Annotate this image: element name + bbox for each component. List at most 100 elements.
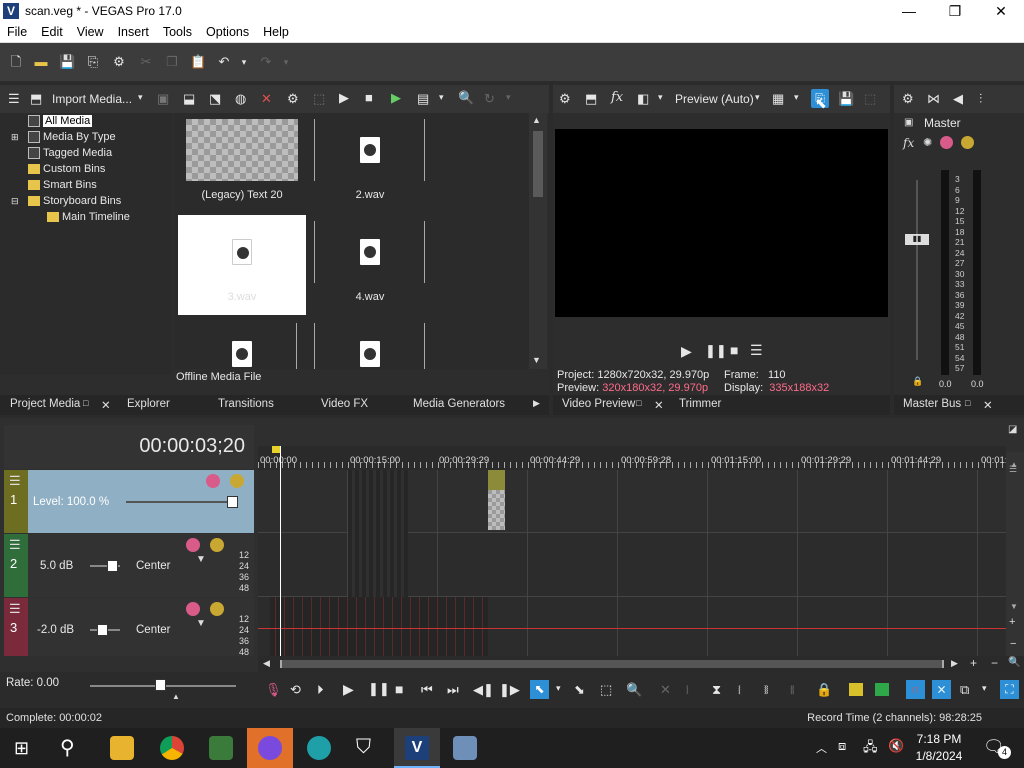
timeline-hscroll[interactable]: ◀ ▶ + − 🔍: [258, 656, 1024, 672]
overlays-dropdown-icon[interactable]: ▾: [794, 92, 799, 103]
tab-media-generators[interactable]: Media Generators: [413, 398, 505, 410]
media-thumb-3-wav-selected[interactable]: 3.wav: [178, 215, 306, 315]
timeline-vscroll[interactable]: ▲ ☰ ▼ + −: [1006, 452, 1024, 656]
tab-close-icon[interactable]: ✕: [983, 398, 993, 412]
volume-envelope-line[interactable]: [258, 628, 1006, 629]
tab-project-media[interactable]: Project Media: [10, 398, 80, 410]
dim-output-icon[interactable]: ◀: [953, 91, 963, 107]
video-app-icon[interactable]: [258, 736, 282, 760]
snapping-icon[interactable]: ∩: [906, 680, 925, 699]
lock-envelopes-icon[interactable]: ⛶: [1000, 680, 1019, 699]
open-folder-icon[interactable]: ▬: [33, 54, 49, 70]
pause-icon[interactable]: ❚❚: [368, 681, 390, 697]
master-automation-icon[interactable]: ✺: [923, 136, 932, 149]
audio-file-icon[interactable]: [360, 341, 380, 367]
get-media-icon[interactable]: ⬓: [183, 91, 195, 107]
split-dropdown-icon[interactable]: ▾: [658, 92, 663, 103]
track-header-2[interactable]: ☰ 2 5.0 dB Center ▼: [4, 534, 254, 597]
video-output-fx-icon[interactable]: fx: [611, 90, 623, 105]
ripple-dropdown-icon[interactable]: ▾: [982, 683, 987, 694]
track-solo-icon[interactable]: [210, 538, 224, 552]
play-preview-icon[interactable]: ▶: [339, 90, 349, 106]
master-fader-thumb[interactable]: ▮▮: [905, 234, 929, 245]
tray-app-icon[interactable]: ⧈: [838, 738, 846, 754]
split-screen-icon[interactable]: ◧: [637, 91, 649, 107]
track-mute-icon[interactable]: [186, 602, 200, 616]
collapse-icon[interactable]: ⊟: [11, 194, 19, 208]
media-thumb-4-wav[interactable]: 4.wav: [306, 221, 434, 321]
audio-event-track-3[interactable]: [270, 597, 488, 656]
clock-time[interactable]: 7:18 PM: [914, 732, 964, 746]
loop-playback-icon[interactable]: ⟲: [290, 682, 301, 698]
overlays-grid-icon[interactable]: ▦: [772, 91, 784, 107]
trim-icon[interactable]: ⧘: [686, 682, 689, 698]
redo-icon[interactable]: ↷: [258, 54, 274, 70]
track-header-3[interactable]: ☰ 3 -2.0 dB Center ▼: [4, 598, 254, 656]
maximize-button[interactable]: ❐: [932, 0, 978, 22]
tab-explorer[interactable]: Explorer: [127, 398, 170, 410]
level-slider-thumb[interactable]: [227, 496, 238, 508]
edit-tool-dropdown-icon[interactable]: ▾: [556, 683, 561, 694]
globe-icon[interactable]: ◍: [235, 91, 246, 107]
downmix-icon[interactable]: ⋈: [927, 91, 940, 107]
tab-trimmer[interactable]: Trimmer: [679, 398, 721, 410]
tree-item-media-by-type[interactable]: Media By Type: [28, 130, 116, 144]
search-icon[interactable]: 🔍: [458, 90, 474, 106]
preview-stop-button[interactable]: ■: [730, 342, 738, 358]
undo-dropdown-icon[interactable]: ▾: [236, 54, 252, 70]
preview-menu-icon[interactable]: ☰: [750, 342, 763, 359]
volume-slider-thumb[interactable]: [107, 560, 118, 572]
properties-gear-icon[interactable]: ⚙: [111, 54, 127, 70]
tab-video-fx[interactable]: Video FX: [321, 398, 368, 410]
scroll-up-icon[interactable]: ▲: [532, 115, 541, 125]
new-file-icon[interactable]: 🗋: [8, 54, 24, 70]
go-to-start-icon[interactable]: ⏮: [421, 682, 433, 698]
vscroll-thumb[interactable]: ☰: [1009, 464, 1021, 474]
tab-video-preview[interactable]: Video Preview: [562, 398, 635, 410]
track-mute-icon[interactable]: [186, 538, 200, 552]
play-from-start-icon[interactable]: ⏵: [317, 682, 324, 698]
capture-icon[interactable]: ▣: [157, 91, 169, 107]
text-event-clip[interactable]: [488, 490, 505, 530]
menu-edit[interactable]: Edit: [34, 22, 70, 39]
tray-chevron-icon[interactable]: ︿: [816, 740, 827, 756]
tab-master-bus[interactable]: Master Bus: [903, 398, 961, 410]
insert-marker-icon[interactable]: [849, 683, 863, 696]
save-icon[interactable]: 💾: [59, 54, 75, 70]
master-mute-icon[interactable]: [940, 136, 953, 149]
zoom-edit-tool-icon[interactable]: 🔍: [626, 682, 642, 698]
track-solo-icon[interactable]: [210, 602, 224, 616]
hscroll-left-icon[interactable]: ◀: [263, 658, 270, 669]
remote-desktop-icon[interactable]: [453, 736, 477, 760]
track-menu-icon[interactable]: ☰: [9, 473, 21, 489]
tab-transitions[interactable]: Transitions: [218, 398, 274, 410]
master-solo-icon[interactable]: [961, 136, 974, 149]
tree-item-main-timeline[interactable]: Main Timeline: [47, 210, 130, 224]
delete-icon[interactable]: ✕: [660, 682, 671, 698]
tree-item-tagged-media[interactable]: Tagged Media: [28, 146, 112, 160]
save-as-icon[interactable]: ⎘: [85, 54, 101, 70]
playhead-cursor[interactable]: [280, 446, 281, 656]
expand-icon[interactable]: ⊞: [11, 130, 19, 144]
stop-preview-icon[interactable]: ■: [365, 90, 373, 105]
snapshot-options-icon[interactable]: ⬚: [864, 91, 876, 107]
vertical-zoom-out-icon[interactable]: −: [1010, 638, 1016, 650]
track-mute-icon[interactable]: [206, 474, 220, 488]
menu-options[interactable]: Options: [199, 22, 256, 39]
remove-icon[interactable]: ✕: [261, 91, 272, 107]
next-frame-icon[interactable]: ❚▶: [499, 682, 520, 698]
master-fx-icon[interactable]: fx: [903, 136, 914, 150]
menu-file[interactable]: File: [0, 22, 34, 39]
lock-icon[interactable]: 🔒: [816, 682, 832, 698]
menu-insert[interactable]: Insert: [111, 22, 156, 39]
close-button[interactable]: ✕: [978, 0, 1024, 22]
tab-maximize-icon[interactable]: □: [83, 398, 88, 408]
import-media-icon[interactable]: ⬒: [30, 91, 42, 107]
audio-file-icon[interactable]: [232, 341, 252, 367]
app-icon[interactable]: [209, 736, 233, 760]
menu-help[interactable]: Help: [256, 22, 296, 39]
zoom-in-icon[interactable]: +: [970, 656, 977, 670]
preview-properties-gear-icon[interactable]: ⚙: [559, 91, 571, 107]
preview-quality-select[interactable]: Preview (Auto): [675, 92, 754, 106]
preview-quality-dropdown-icon[interactable]: ▾: [755, 92, 760, 103]
